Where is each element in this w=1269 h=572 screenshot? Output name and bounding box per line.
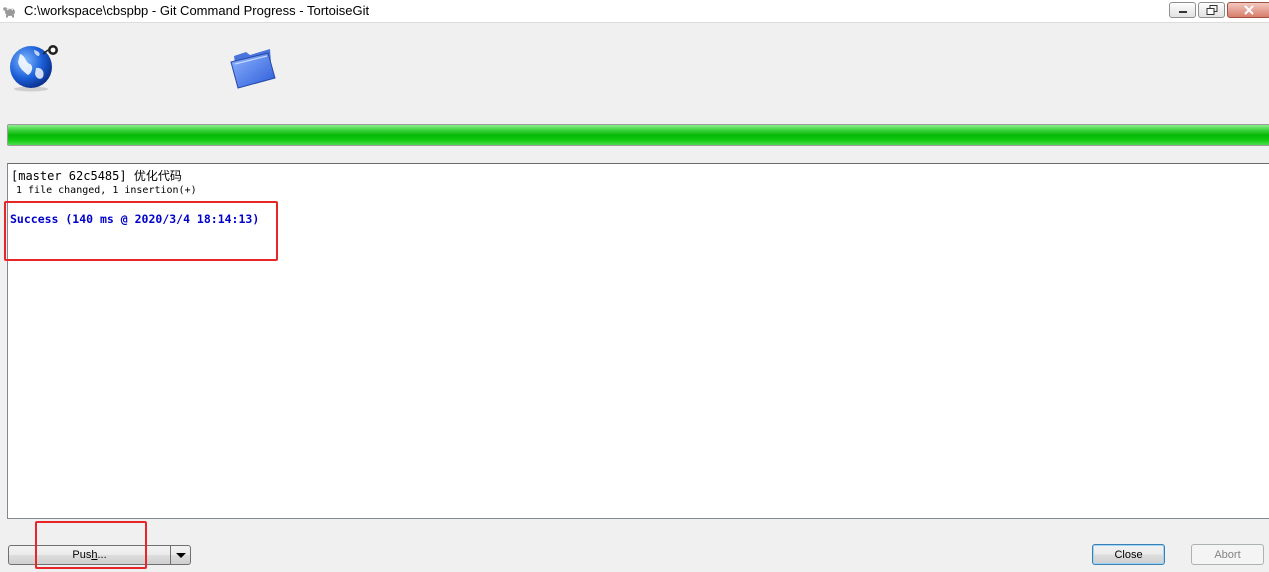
push-dropdown-button[interactable] — [170, 545, 191, 565]
minimize-button[interactable] — [1169, 2, 1196, 18]
title-bar: C:\workspace\cbspbp - Git Command Progre… — [0, 0, 1269, 23]
log-commit-line: [master 62c5485] 优化代码 — [11, 169, 182, 183]
close-icon — [1244, 5, 1254, 15]
folder-icon — [230, 49, 276, 89]
restore-icon — [1206, 5, 1217, 15]
restore-button[interactable] — [1198, 2, 1225, 18]
minimize-icon — [1178, 11, 1187, 13]
window-controls — [1169, 2, 1269, 18]
progress-bar — [7, 124, 1269, 146]
globe-icon — [10, 45, 58, 92]
chevron-down-icon — [175, 552, 186, 558]
log-stats-line: 1 file changed, 1 insertion(+) — [16, 185, 197, 196]
progress-fill — [8, 125, 1269, 145]
success-highlight-box — [4, 201, 278, 261]
window-title: C:\workspace\cbspbp - Git Command Progre… — [24, 3, 370, 18]
close-window-button[interactable] — [1227, 2, 1269, 18]
tortoise-icon — [3, 7, 15, 18]
push-highlight-box — [35, 521, 147, 569]
close-button[interactable]: Close — [1092, 544, 1165, 565]
abort-button[interactable]: Abort — [1191, 544, 1264, 565]
